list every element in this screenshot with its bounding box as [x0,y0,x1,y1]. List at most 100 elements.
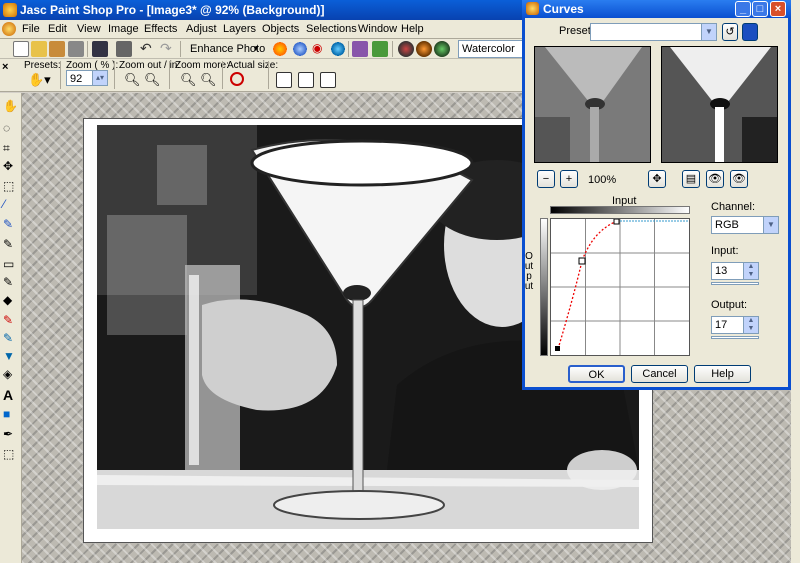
pen-tool-icon[interactable]: ✒ [3,427,19,441]
landscape-icon[interactable] [372,41,388,57]
reset-icon[interactable]: ↺ [722,23,738,41]
preset-shape-icon[interactable]: ■ [3,407,19,421]
one-step-photo-fix-icon[interactable] [272,41,288,57]
auto-proof-icon[interactable]: 👁︎ [730,170,748,188]
magnifier-plus-icon[interactable]: + [560,170,578,188]
input-spin-icon[interactable]: ▲ ▼ [743,263,758,279]
zoom-more-out-icon[interactable]: 🔍︎ [180,72,197,88]
output-slider[interactable] [711,336,759,339]
close-palette-icon[interactable]: × [2,61,8,73]
menu-effects[interactable]: Effects [144,23,177,35]
menu-window[interactable]: Window [358,23,397,35]
menu-view[interactable]: View [77,23,101,35]
dodge-brush-icon[interactable]: ✎ [3,275,19,289]
output-value: 17 [715,319,728,331]
paint-brush-icon[interactable]: ✎ [3,217,19,231]
menu-objects[interactable]: Objects [262,23,299,35]
chevron-down-icon[interactable]: ▼ [763,217,778,233]
airbrush-icon[interactable]: ▼ [3,349,19,363]
curves-app-icon [526,2,539,15]
clone-brush-icon[interactable]: ✎ [3,237,19,251]
menu-file[interactable]: File [22,23,40,35]
actual-size-icon[interactable] [230,72,244,86]
output-field[interactable]: 17 ▲ ▼ [711,316,759,334]
effect-icon-2[interactable] [416,41,432,57]
curves-presets-select[interactable]: ▼ [590,23,717,41]
curve-graph[interactable] [550,218,690,356]
magnifier-minus-icon[interactable]: − [537,170,555,188]
watercolor-select[interactable]: Watercolor [458,40,528,58]
menu-adjust[interactable]: Adjust [186,23,217,35]
chevron-down-icon[interactable]: ▼ [252,44,260,53]
channel-select[interactable]: RGB ▼ [711,216,779,234]
ok-button[interactable]: OK [568,365,625,383]
fit-window-to-image-icon[interactable] [320,72,336,88]
object-selector-icon[interactable]: ⬚ [3,447,19,461]
zoom-percent-field[interactable]: 92 ▴▾ [66,70,108,86]
move-tool-icon[interactable]: ✥ [3,159,19,173]
save-icon[interactable] [92,41,108,57]
print-icon[interactable] [116,41,132,57]
curve-point-midtone[interactable] [578,257,586,265]
input-gradient-bar [550,206,690,214]
red-eye-icon[interactable]: ◉ [312,41,328,57]
menu-image[interactable]: Image [108,23,139,35]
fit-image-icon[interactable] [298,72,314,88]
clarify-icon[interactable] [330,41,346,57]
maximize-icon[interactable]: □ [752,1,768,17]
effect-browser-icon[interactable] [398,41,414,57]
dropper-tool-icon[interactable]: ⁄ [3,197,19,211]
chevron-down-icon[interactable]: ▼ [701,24,716,40]
pan-hand-icon[interactable]: ✋▾ [28,72,54,88]
curve-point-highlight[interactable] [613,218,620,225]
color-replacer-icon[interactable]: ✎ [3,313,19,327]
effect-icon-3[interactable] [434,41,450,57]
save-preset-icon[interactable] [742,23,758,41]
curve-point-shadow[interactable] [555,346,560,351]
output-spin-icon[interactable]: ▲ ▼ [743,317,758,333]
before-preview[interactable] [534,46,651,163]
cancel-button[interactable]: Cancel [631,365,688,383]
document-icon[interactable] [2,22,16,36]
proof-icon[interactable]: 👁︎ [706,170,724,188]
redo-icon[interactable]: ↷ [160,41,176,57]
color-balance-icon[interactable] [292,41,308,57]
browse-icon[interactable] [49,41,65,57]
scissors-icon[interactable] [68,41,84,57]
zoom-spin-icon[interactable]: ▴▾ [92,71,107,85]
selection-marquee-icon[interactable]: ⬚ [3,179,19,193]
crop-tool-icon[interactable]: ⌗ [3,141,19,155]
magnifier-plus-icon[interactable]: 🔍︎ [144,72,161,88]
undo-icon[interactable]: ↶ [140,41,156,57]
menu-edit[interactable]: Edit [48,23,67,35]
pan-tool-icon[interactable]: ✋ [3,99,19,113]
menu-layers[interactable]: Layers [223,23,256,35]
new-file-icon[interactable] [13,41,29,57]
paint-shop-pro-icon [3,3,17,17]
flood-fill-icon[interactable]: ◈ [3,367,19,381]
input-field[interactable]: 13 ▲ ▼ [711,262,759,280]
help-button[interactable]: Help [694,365,751,383]
tools-palette: ✋ ◌ ⌗ ✥ ⬚ ⁄ ✎ ✎ ▭ ✎ ◆ ✎ ✎ ▼ ◈ A ■ ✒ ⬚ [0,93,22,563]
fit-window-icon[interactable] [276,72,292,88]
toggle-preview-icon[interactable]: ▤ [682,170,700,188]
portrait-icon[interactable] [352,41,368,57]
scratch-remover-icon[interactable]: ▭ [3,257,19,271]
selection-tool-icon[interactable]: ◌ [3,121,19,135]
input-value: 13 [715,265,728,277]
eraser-icon[interactable]: ◆ [3,293,19,307]
after-preview[interactable] [661,46,778,163]
picture-tube-icon[interactable]: ✎ [3,331,19,345]
magnifier-minus-icon[interactable]: 🔍︎ [124,72,141,88]
pan-hand-icon[interactable]: ✥ [648,170,666,188]
actual-size-label: Actual size: [227,60,279,71]
text-tool-icon[interactable]: A [3,387,19,403]
minimize-icon[interactable]: _ [735,1,751,17]
open-folder-icon[interactable] [31,41,47,57]
curves-dialog-title-bar: Curves _ □ × [522,0,791,18]
close-icon[interactable]: × [770,1,786,17]
input-slider[interactable] [711,282,759,285]
zoom-more-in-icon[interactable]: 🔍︎ [200,72,217,88]
menu-help[interactable]: Help [401,23,424,35]
menu-selections[interactable]: Selections [306,23,357,35]
